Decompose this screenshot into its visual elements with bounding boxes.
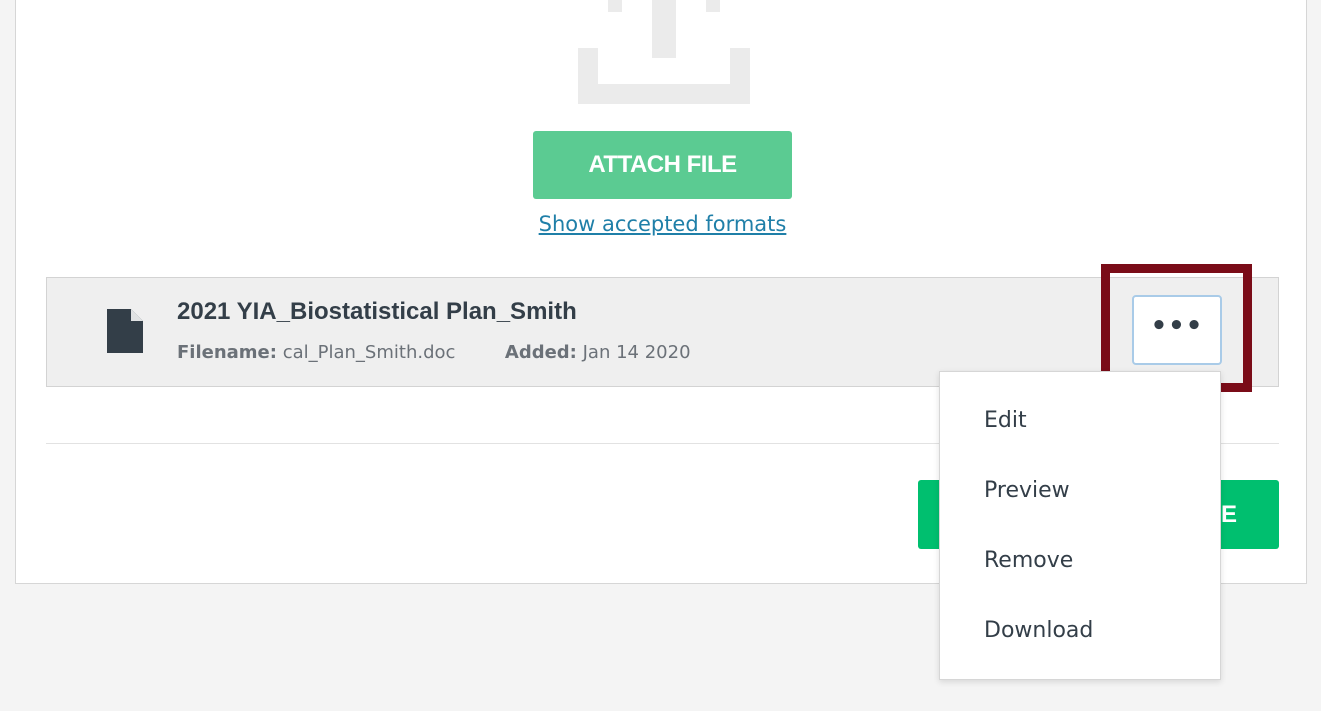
filename-label: Filename:	[177, 342, 277, 363]
menu-item-remove[interactable]: Remove	[984, 548, 1073, 573]
more-options-icon: •••	[1150, 311, 1204, 341]
page: ATTACH FILE Show accepted formats 2021 Y…	[0, 0, 1321, 711]
attach-file-button[interactable]: ATTACH FILE	[533, 131, 792, 199]
added-label: Added:	[504, 342, 577, 363]
filename-value: cal_Plan_Smith.doc	[282, 342, 456, 363]
menu-item-edit[interactable]: Edit	[984, 408, 1027, 433]
menu-item-preview[interactable]: Preview	[984, 478, 1070, 503]
added-value: Jan 14 2020	[582, 342, 691, 363]
file-options-menu: Edit Preview Remove Download	[939, 371, 1221, 680]
file-title: 2021 YIA_Biostatistical Plan_Smith	[177, 298, 577, 325]
document-icon	[107, 309, 143, 353]
more-options-button[interactable]: •••	[1132, 295, 1222, 365]
file-meta: Filename: cal_Plan_Smith.doc Added: Jan …	[177, 342, 691, 363]
upload-icon	[578, 0, 750, 104]
attach-file-label: ATTACH FILE	[588, 151, 737, 178]
show-accepted-formats-link[interactable]: Show accepted formats	[500, 212, 825, 236]
menu-item-download[interactable]: Download	[984, 618, 1093, 643]
save-button-label: E	[1220, 500, 1237, 528]
